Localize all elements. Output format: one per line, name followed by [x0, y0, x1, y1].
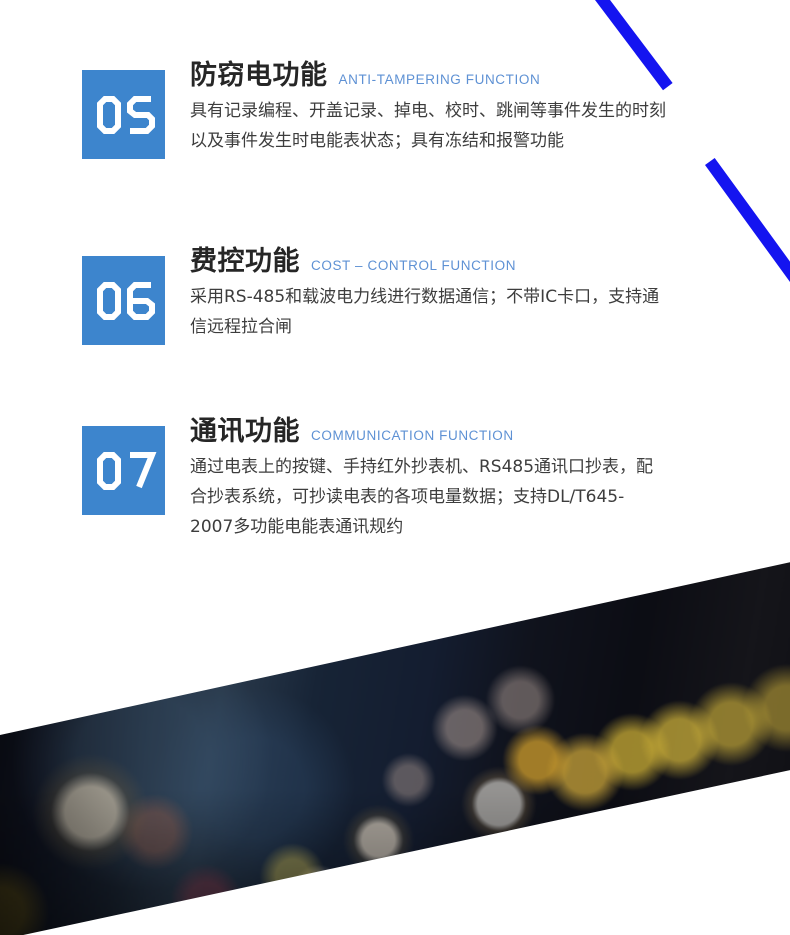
feature-title-cn: 防窃电功能	[190, 60, 328, 91]
feature-text-group: 费控功能 COST – CONTROL FUNCTION 采用RS-485和载波…	[190, 248, 690, 342]
feature-text-group: 防窃电功能 ANTI-TAMPERING FUNCTION 具有记录编程、开盖记…	[190, 62, 690, 156]
feature-title-en: COMMUNICATION FUNCTION	[311, 428, 514, 443]
digit-glyphs-06	[96, 281, 155, 320]
blue-diagonal-stripe-lower	[705, 157, 790, 291]
feature-description: 通过电表上的按键、手持红外抄表机、RS485通讯口抄表，配合抄表系统，可抄读电表…	[190, 457, 654, 537]
feature-headline: 费控功能 COST – CONTROL FUNCTION	[190, 248, 690, 275]
feature-text-group: 通讯功能 COMMUNICATION FUNCTION 通过电表上的按键、手持红…	[190, 418, 690, 542]
feature-headline: 通讯功能 COMMUNICATION FUNCTION	[190, 418, 690, 445]
feature-number-badge	[82, 70, 165, 159]
feature-title-en: ANTI-TAMPERING FUNCTION	[338, 72, 541, 87]
digit-glyphs-07	[96, 451, 156, 490]
photo-bottom-shadow-overlay	[0, 788, 790, 935]
digit-glyphs-05	[96, 95, 155, 134]
feature-title-cn: 费控功能	[190, 246, 300, 277]
product-feature-page: 防窃电功能 ANTI-TAMPERING FUNCTION 具有记录编程、开盖记…	[0, 0, 790, 935]
city-bokeh-photo-band	[0, 560, 790, 935]
feature-number-badge	[82, 256, 165, 345]
feature-description: 具有记录编程、开盖记录、掉电、校时、跳闸等事件发生的时刻以及事件发生时电能表状态…	[190, 101, 666, 151]
feature-title-cn: 通讯功能	[190, 416, 300, 447]
feature-title-en: COST – CONTROL FUNCTION	[311, 258, 517, 273]
bokeh-lights-image	[0, 560, 790, 935]
feature-headline: 防窃电功能 ANTI-TAMPERING FUNCTION	[190, 62, 690, 89]
feature-number-badge	[82, 426, 165, 515]
feature-description: 采用RS-485和载波电力线进行数据通信；不带IC卡口，支持通信远程拉合闸	[190, 287, 660, 337]
